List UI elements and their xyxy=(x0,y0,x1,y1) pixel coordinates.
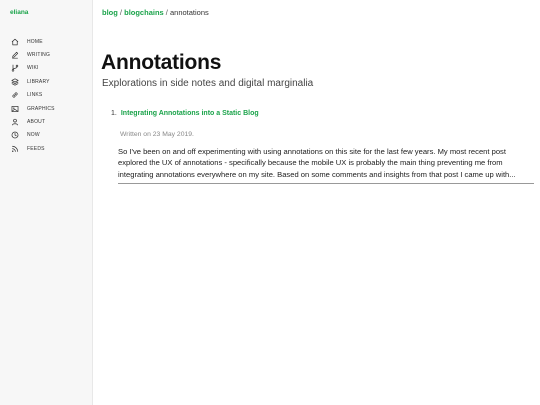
post-date: Written on 23 May 2019. xyxy=(120,131,194,138)
sidebar-item-home[interactable]: HOME xyxy=(10,35,55,48)
post-title-link[interactable]: Integrating Annotations into a Static Bl… xyxy=(121,110,259,117)
sidebar-item-about[interactable]: ABOUT xyxy=(10,115,55,128)
post-excerpt: So I've been on and off experimenting wi… xyxy=(118,147,516,179)
branch-icon xyxy=(10,63,20,73)
sidebar-item-label: WRITING xyxy=(27,52,51,59)
page-title: Annotations xyxy=(101,51,222,74)
sidebar-item-now[interactable]: NOW xyxy=(10,129,55,142)
list-item: 1. Integrating Annotations into a Static… xyxy=(111,110,534,184)
sidebar-item-wiki[interactable]: WIKI xyxy=(10,62,55,75)
sidebar-item-feeds[interactable]: FEEDS xyxy=(10,142,55,155)
pencil-icon xyxy=(10,50,20,60)
sidebar-item-label: NOW xyxy=(27,132,40,139)
layers-icon xyxy=(10,77,20,87)
breadcrumb-link-blog[interactable]: blog xyxy=(102,8,118,17)
clock-icon xyxy=(10,130,20,140)
breadcrumb-link-blogchains[interactable]: blogchains xyxy=(124,8,164,17)
sidebar-item-label: LINKS xyxy=(27,92,43,99)
sidebar-item-label: FEEDS xyxy=(27,145,45,152)
site-brand-link[interactable]: eliana xyxy=(10,9,28,16)
image-icon xyxy=(10,104,20,114)
breadcrumb: blog / blogchains / annotations xyxy=(102,8,209,17)
sidebar-item-label: ABOUT xyxy=(27,119,46,126)
breadcrumb-separator: / xyxy=(119,8,123,17)
sidebar-item-label: LIBRARY xyxy=(27,78,50,85)
breadcrumb-current: annotations xyxy=(169,8,209,17)
divider xyxy=(118,182,534,184)
sidebar: eliana HOME WRITING WIKI LIBRARY LINKS G… xyxy=(0,0,93,405)
user-icon xyxy=(10,117,20,127)
home-icon xyxy=(10,37,20,47)
sidebar-item-label: WIKI xyxy=(27,65,39,72)
sidebar-item-writing[interactable]: WRITING xyxy=(10,48,55,61)
sidebar-item-label: GRAPHICS xyxy=(27,105,55,112)
sidebar-item-library[interactable]: LIBRARY xyxy=(10,75,55,88)
sidebar-item-label: HOME xyxy=(27,38,43,45)
sidebar-item-links[interactable]: LINKS xyxy=(10,89,55,102)
breadcrumb-separator: / xyxy=(165,8,168,17)
link-icon xyxy=(10,90,20,100)
post-number: 1. xyxy=(111,110,117,117)
sidebar-item-graphics[interactable]: GRAPHICS xyxy=(10,102,55,115)
rss-icon xyxy=(10,144,20,154)
post-heading: 1. Integrating Annotations into a Static… xyxy=(111,110,534,117)
sidebar-nav: HOME WRITING WIKI LIBRARY LINKS GRAPHICS… xyxy=(10,35,55,156)
page-subtitle: Explorations in side notes and digital m… xyxy=(102,78,314,89)
